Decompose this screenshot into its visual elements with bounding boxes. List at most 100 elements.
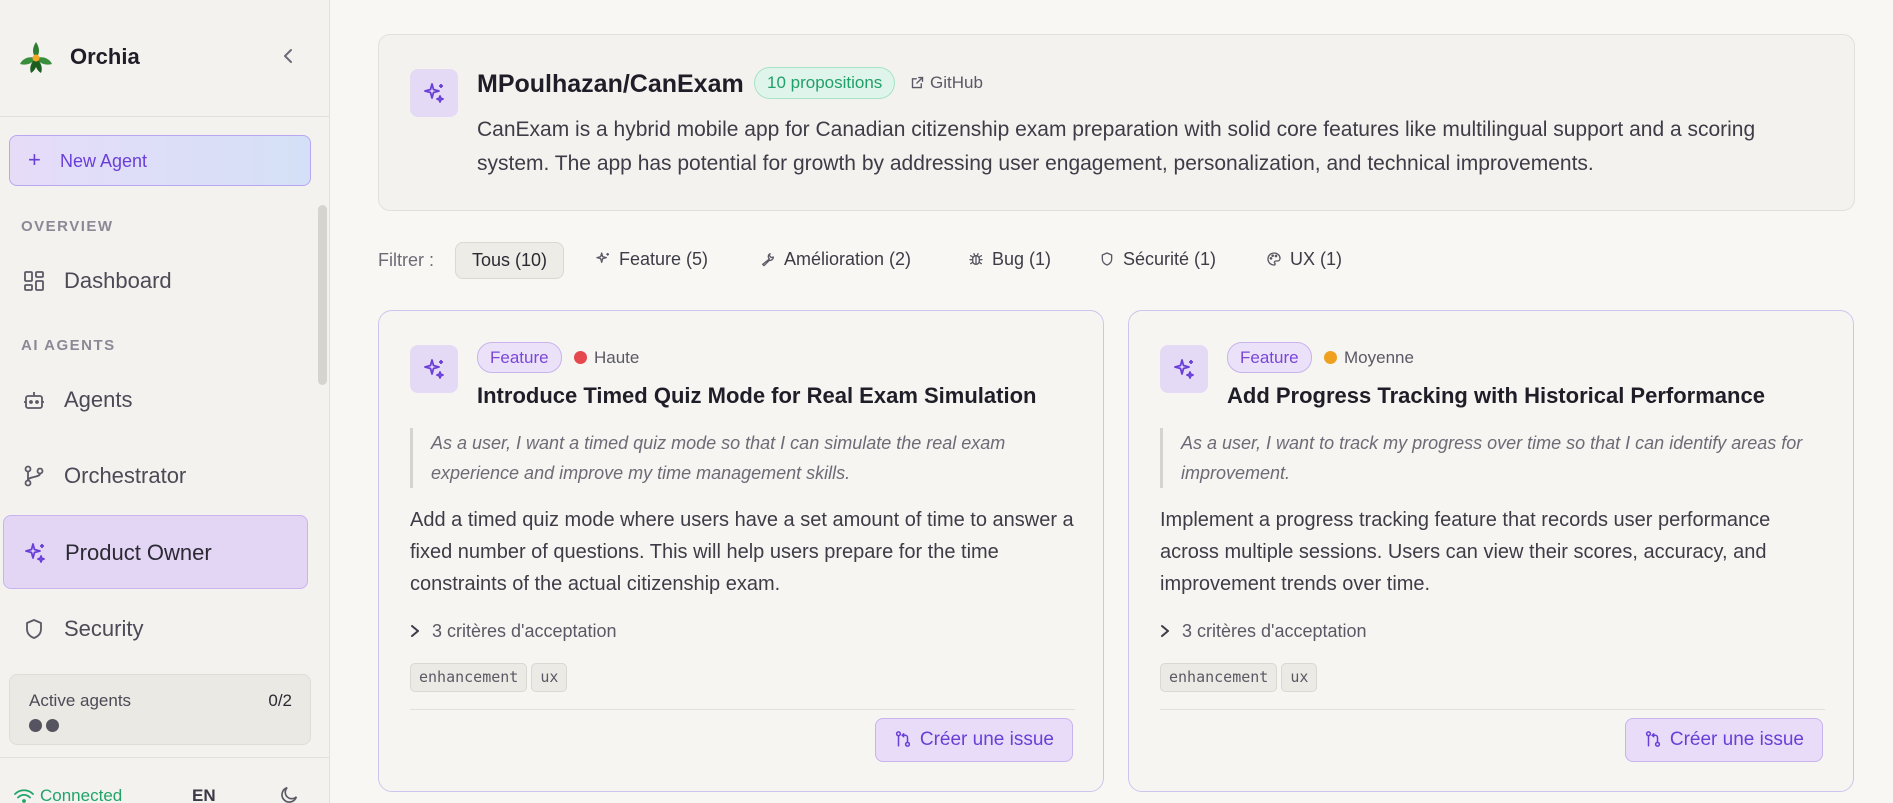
agent-status-dots (29, 719, 63, 737)
create-issue-button[interactable]: Créer une issue (1624, 718, 1823, 762)
priority-dot (574, 351, 587, 364)
section-label-overview: OVERVIEW (21, 218, 114, 235)
branch-icon (24, 465, 44, 487)
tag: enhancement (1160, 663, 1278, 692)
priority-dot (1324, 351, 1337, 364)
sidebar-scrollbar[interactable] (318, 205, 327, 385)
card-title: Add Progress Tracking with Historical Pe… (1227, 383, 1765, 408)
card-title: Introduce Timed Quiz Mode for Real Exam … (477, 383, 1037, 408)
chevron-right-icon (411, 625, 419, 637)
filter-securite-label: Sécurité (1) (1123, 249, 1217, 269)
sidebar-item-label: Orchestrator (64, 463, 187, 488)
sidebar-item-label: Security (64, 616, 144, 641)
tag-list: enhancement ux (1160, 663, 1321, 692)
wifi-icon (14, 789, 34, 803)
repo-summary-card: MPoulhazan/CanExam 10 propositions GitHu… (378, 34, 1855, 211)
filter-feature[interactable]: Feature (5) (595, 242, 708, 279)
shield-icon (1101, 252, 1113, 266)
wrench-icon (762, 253, 774, 267)
filter-bug-label: Bug (1) (992, 249, 1052, 269)
agent-dot (46, 719, 59, 732)
sparkles-icon (1174, 359, 1194, 379)
priority-indicator: Moyenne (1324, 348, 1414, 368)
proposal-card: Feature Moyenne Add Progress Tracking wi… (1128, 310, 1854, 792)
repo-description: CanExam is a hybrid mobile app for Canad… (477, 118, 1756, 175)
active-agents-label: Active agents (29, 691, 132, 710)
shield-icon (26, 619, 42, 639)
external-link-icon (911, 76, 924, 89)
tag: ux (1281, 663, 1318, 692)
sidebar-item-product-owner[interactable]: Product Owner (3, 515, 308, 589)
active-agents-count: 0/2 (268, 691, 292, 710)
filter-amelioration-label: Amélioration (2) (784, 249, 912, 269)
filter-feature-label: Feature (5) (619, 249, 709, 269)
filter-ux[interactable]: UX (1) (1266, 242, 1342, 279)
bot-icon (24, 392, 44, 409)
sidebar-item-label: Agents (64, 387, 133, 412)
bug-icon (969, 253, 983, 265)
github-link[interactable]: GitHub (910, 73, 983, 93)
sidebar-item-agents[interactable]: Agents (3, 363, 308, 437)
create-issue-button[interactable]: Créer une issue (874, 718, 1073, 762)
filter-bug[interactable]: Bug (1) (968, 242, 1051, 279)
palette-icon (1267, 252, 1281, 266)
active-agents-panel: Active agents 0/2 (9, 674, 311, 745)
moon-icon[interactable] (278, 784, 300, 803)
filter-securite[interactable]: Sécurité (1) (1099, 242, 1216, 279)
app-name: Orchia (70, 44, 140, 69)
github-link-label: GitHub (930, 73, 983, 92)
repo-title: MPoulhazan/CanExam (477, 70, 744, 98)
acceptance-criteria-toggle[interactable]: 3 critères d'acceptation (1160, 621, 1367, 642)
card-icon-tile (410, 345, 458, 393)
card-description: Add a timed quiz mode where users have a… (410, 509, 1074, 595)
sidebar-footer: Connected EN (0, 757, 330, 803)
dashboard-icon (24, 271, 44, 291)
user-story: As a user, I want to track my progress o… (1160, 428, 1825, 488)
chevron-right-icon (1161, 625, 1169, 637)
filter-label: Filtrer : (378, 250, 434, 270)
card-icon-tile (1160, 345, 1208, 393)
sparkles-icon (596, 252, 609, 263)
sidebar-item-label: Product Owner (65, 540, 212, 565)
plus-icon: + (28, 147, 41, 172)
git-pull-request-icon (895, 731, 910, 747)
divider (410, 709, 1075, 710)
card-description: Implement a progress tracking feature th… (1160, 509, 1771, 595)
tag: enhancement (410, 663, 528, 692)
new-agent-label: New Agent (60, 151, 148, 171)
tag-list: enhancement ux (410, 663, 571, 692)
tag: ux (531, 663, 568, 692)
priority-label: Haute (594, 348, 640, 367)
type-badge: Feature (477, 342, 562, 373)
divider (1160, 709, 1825, 710)
sidebar-item-security[interactable]: Security (3, 592, 308, 666)
propositions-badge: 10 propositions (754, 67, 896, 99)
sidebar-item-dashboard[interactable]: Dashboard (3, 244, 308, 318)
chevron-left-icon[interactable] (276, 44, 300, 68)
acceptance-criteria-toggle[interactable]: 3 critères d'acceptation (410, 621, 617, 642)
connection-status: Connected (14, 786, 122, 803)
sidebar-item-orchestrator[interactable]: Orchestrator (3, 439, 308, 513)
proposal-card: Feature Haute Introduce Timed Quiz Mode … (378, 310, 1104, 792)
sidebar-item-label: Dashboard (64, 268, 172, 293)
brand-header: Orchia (0, 0, 330, 117)
filter-amelioration[interactable]: Amélioration (2) (760, 242, 911, 279)
sidebar: Orchia + New Agent OVERVIEW Dashboard AI… (0, 0, 330, 803)
connection-status-label: Connected (40, 786, 123, 803)
create-issue-label: Créer une issue (1669, 729, 1804, 750)
user-story: As a user, I want a timed quiz mode so t… (410, 428, 1075, 488)
priority-indicator: Haute (574, 348, 639, 368)
priority-label: Moyenne (1344, 348, 1414, 367)
orchia-logo-icon (20, 42, 52, 73)
new-agent-button[interactable]: + New Agent (9, 135, 311, 186)
sparkles-icon (424, 359, 444, 379)
agent-dot (29, 719, 42, 732)
filter-all[interactable]: Tous (10) (455, 242, 565, 279)
language-toggle[interactable]: EN (192, 786, 216, 803)
acceptance-criteria-label: 3 critères d'acceptation (1182, 621, 1367, 641)
acceptance-criteria-label: 3 critères d'acceptation (432, 621, 617, 641)
sparkles-icon (25, 543, 45, 563)
filter-ux-label: UX (1) (1290, 249, 1343, 269)
section-label-ai-agents: AI AGENTS (21, 337, 116, 354)
type-badge: Feature (1227, 342, 1312, 373)
